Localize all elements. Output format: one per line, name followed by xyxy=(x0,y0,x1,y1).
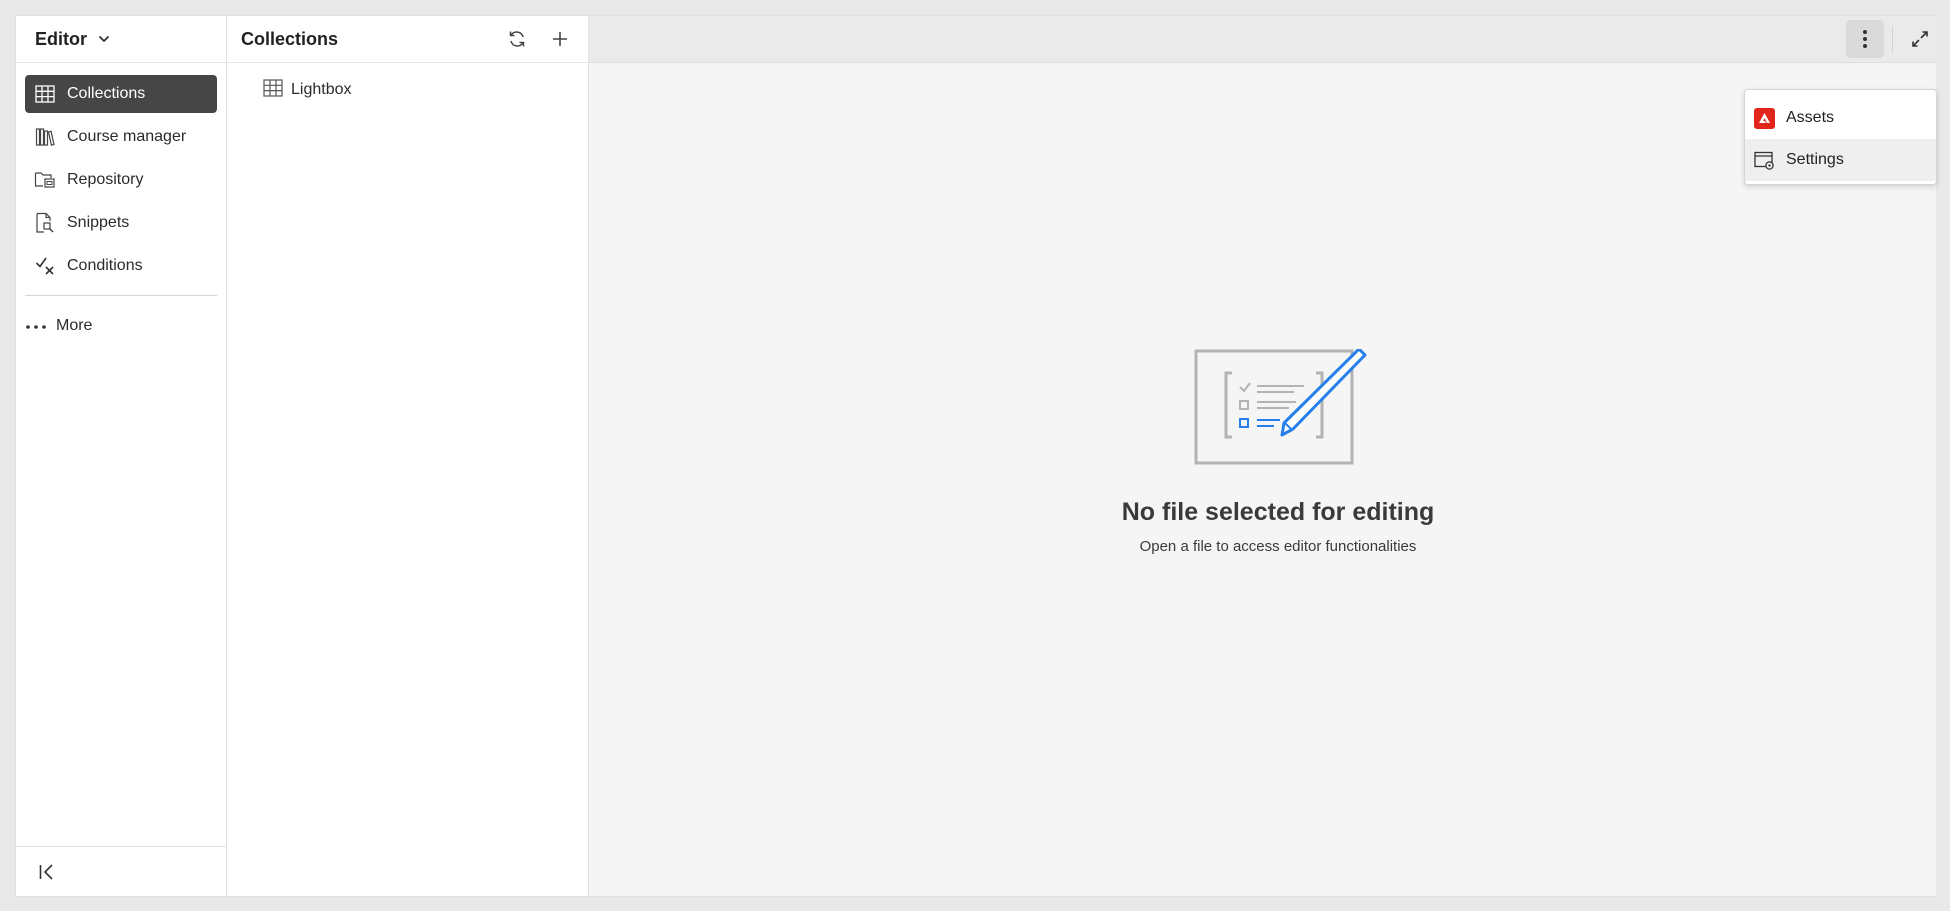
collections-panel: Collections Lightbox xyxy=(227,16,589,896)
nav-item-label: Collections xyxy=(67,85,146,102)
editor-toolbar xyxy=(589,16,1936,63)
more-horizontal-icon xyxy=(25,317,47,335)
collapse-left-icon xyxy=(39,863,53,880)
more-vertical-icon xyxy=(1863,30,1867,48)
panel-header: Collections xyxy=(227,16,588,63)
menu-item-label: Settings xyxy=(1786,151,1844,168)
check-x-icon xyxy=(34,255,56,277)
nav-item-collections[interactable]: Collections xyxy=(25,75,217,113)
adobe-icon xyxy=(1754,107,1775,129)
collection-item-lightbox[interactable]: Lightbox xyxy=(263,78,588,102)
nav-item-label: Course manager xyxy=(67,128,187,145)
nav-item-label: Repository xyxy=(67,171,144,188)
chevron-down-icon xyxy=(99,36,109,42)
left-nav: Editor Collections Course manager Reposi… xyxy=(16,16,227,896)
nav-item-label: Conditions xyxy=(67,257,143,274)
refresh-icon xyxy=(509,31,525,47)
more-options-button[interactable] xyxy=(1846,20,1884,58)
edit-document-illustration xyxy=(1194,349,1367,465)
grid-icon xyxy=(263,78,283,102)
snippet-icon xyxy=(34,212,56,234)
nav-item-course-manager[interactable]: Course manager xyxy=(25,118,217,156)
panel-title: Collections xyxy=(241,28,339,49)
nav-more[interactable]: More xyxy=(16,308,226,344)
empty-state-subtitle: Open a file to access editor functionali… xyxy=(1139,538,1417,555)
expand-icon xyxy=(1912,31,1928,47)
nav-item-conditions[interactable]: Conditions xyxy=(25,247,217,285)
more-label: More xyxy=(56,317,93,334)
nav-divider xyxy=(25,295,217,296)
settings-window-icon xyxy=(1754,150,1775,171)
books-icon xyxy=(34,126,56,148)
plus-icon xyxy=(553,32,567,46)
menu-item-label: Assets xyxy=(1786,109,1835,126)
nav-item-repository[interactable]: Repository xyxy=(25,161,217,199)
refresh-button[interactable] xyxy=(502,24,532,54)
collapse-rail-button[interactable] xyxy=(16,846,226,896)
more-options-menu: Assets Settings xyxy=(1744,89,1937,185)
folder-icon xyxy=(34,169,56,191)
collection-item-label: Lightbox xyxy=(291,81,352,98)
menu-item-settings[interactable]: Settings xyxy=(1745,139,1936,181)
fullscreen-button[interactable] xyxy=(1901,20,1939,58)
nav-item-snippets[interactable]: Snippets xyxy=(25,204,217,242)
menu-item-assets[interactable]: Assets xyxy=(1745,97,1936,139)
app-window: Editor Collections Course manager Reposi… xyxy=(15,15,1937,897)
toolbar-divider xyxy=(1892,26,1893,52)
editor-switcher[interactable]: Editor xyxy=(16,16,226,63)
editor-title: Editor xyxy=(35,28,87,49)
empty-state-title: No file selected for editing xyxy=(1121,498,1435,526)
nav-item-label: Snippets xyxy=(67,214,130,231)
add-collection-button[interactable] xyxy=(545,24,575,54)
grid-icon xyxy=(34,83,56,105)
